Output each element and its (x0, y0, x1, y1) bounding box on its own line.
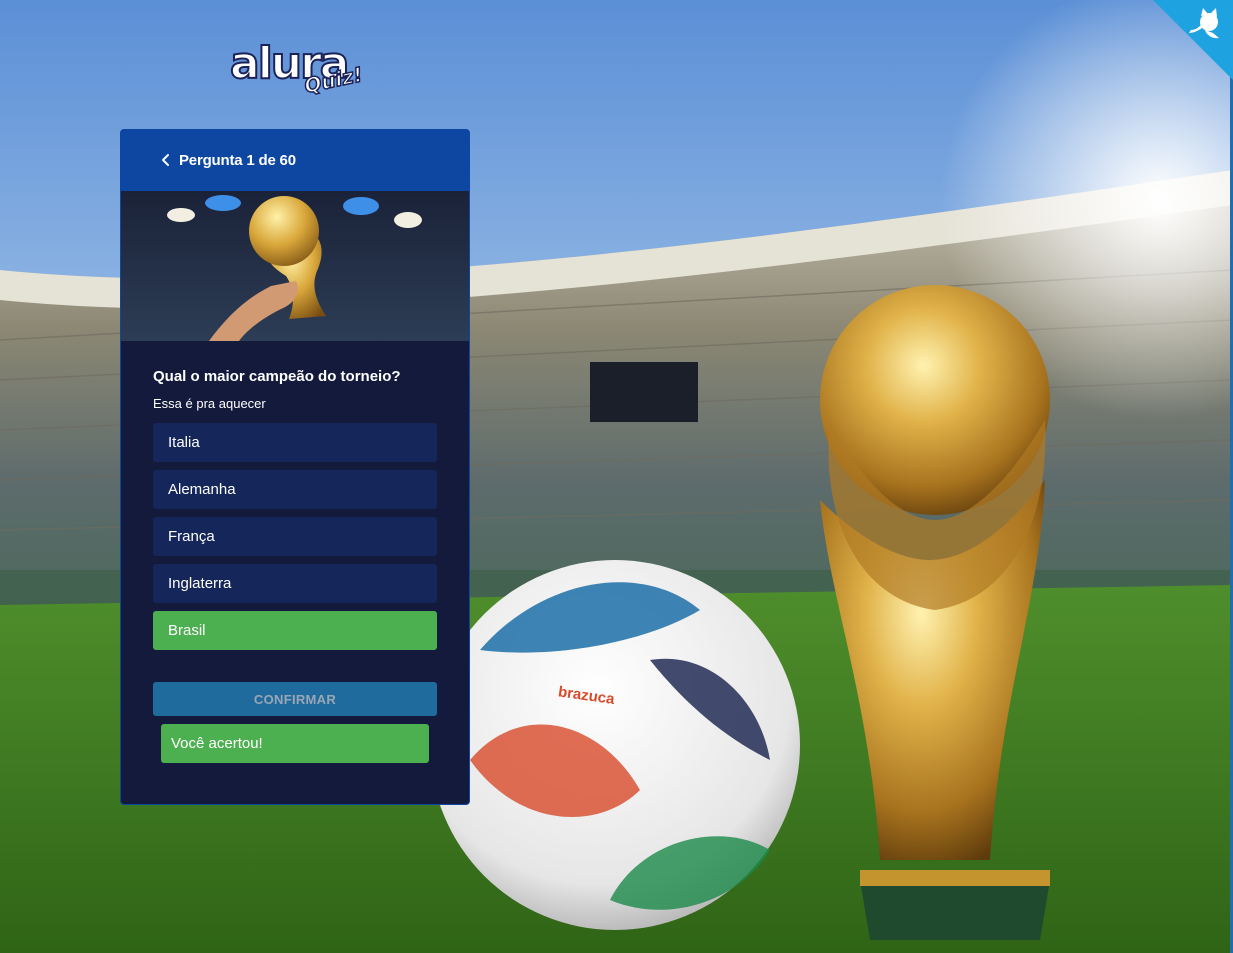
answer-option-franca[interactable]: França (153, 517, 437, 556)
answer-options: Italia Alemanha França Inglaterra Brasil (153, 423, 437, 650)
chevron-left-icon[interactable] (159, 153, 177, 173)
question-image (121, 191, 469, 341)
alura-quiz-logo: alura Quiz! (226, 37, 366, 104)
octocat-icon (1153, 0, 1233, 80)
result-message: Você acertou! (161, 724, 429, 763)
question-description: Essa é pra aquecer (153, 396, 266, 411)
question-title: Qual o maior campeão do torneio? (153, 368, 401, 385)
question-counter: Pergunta 1 de 60 (179, 152, 296, 169)
quiz-card: Pergunta 1 de 60 Qual o maior campeão do… (120, 129, 470, 805)
quiz-header: Pergunta 1 de 60 (121, 130, 469, 191)
confirm-button[interactable]: CONFIRMAR (153, 682, 437, 716)
answer-option-alemanha[interactable]: Alemanha (153, 470, 437, 509)
github-corner-link[interactable] (1153, 0, 1233, 80)
answer-option-inglaterra[interactable]: Inglaterra (153, 564, 437, 603)
answer-option-italia[interactable]: Italia (153, 423, 437, 462)
answer-option-brasil[interactable]: Brasil (153, 611, 437, 650)
